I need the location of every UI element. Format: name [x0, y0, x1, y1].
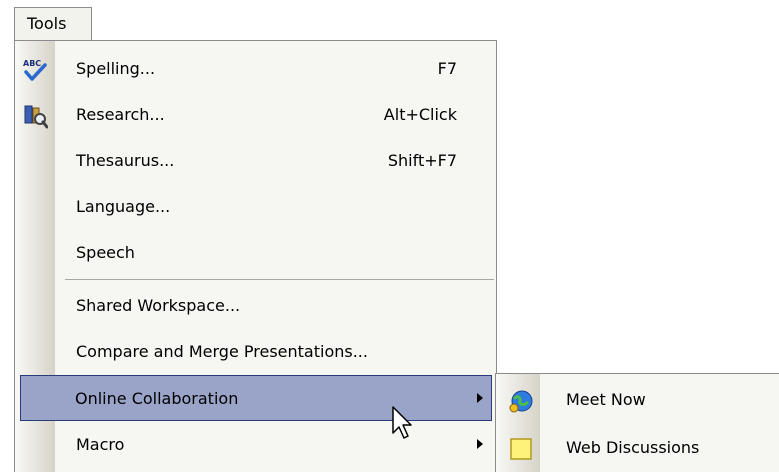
menubar-tools-label: Tools	[27, 14, 67, 33]
menu-item-shared-workspace[interactable]: Shared Workspace...	[16, 283, 495, 329]
online-collaboration-submenu: Meet Now Web Discussions	[495, 373, 779, 472]
menu-item-shortcut: Alt+Click	[383, 105, 457, 124]
menu-item-label: Thesaurus...	[76, 151, 175, 170]
menubar-tools[interactable]: Tools	[14, 7, 92, 41]
submenu-arrow-icon	[477, 393, 483, 403]
menu-item-label: Spelling...	[76, 59, 156, 78]
submenu-item-meet-now[interactable]: Meet Now	[496, 376, 779, 424]
menu-item-macro[interactable]: Macro	[16, 422, 495, 468]
menu-item-label: Shared Workspace...	[76, 296, 241, 315]
spelling-icon: ABC	[23, 59, 47, 81]
submenu-item-label: Web Discussions	[566, 438, 700, 457]
mouse-pointer-icon	[392, 406, 412, 439]
menu-item-spelling[interactable]: ABC Spelling... F7	[16, 46, 495, 92]
menu-item-label: Online Collaboration	[75, 389, 239, 408]
menu-item-thesaurus[interactable]: Thesaurus... Shift+F7	[16, 138, 495, 184]
menu-separator	[65, 279, 494, 280]
menu-item-label: Speech	[76, 243, 135, 262]
menu-item-speech[interactable]: Speech	[16, 230, 495, 276]
svg-text:ABC: ABC	[23, 59, 41, 68]
submenu-arrow-icon	[477, 439, 483, 449]
menu-item-research[interactable]: Research... Alt+Click	[16, 92, 495, 138]
menu-item-shortcut: F7	[437, 59, 457, 78]
web-discussions-icon	[510, 438, 532, 460]
menu-item-label: Compare and Merge Presentations...	[76, 342, 368, 361]
research-icon	[24, 105, 48, 129]
menu-item-language[interactable]: Language...	[16, 184, 495, 230]
menu-item-label: Macro	[76, 435, 125, 454]
submenu-item-label: Meet Now	[566, 390, 646, 409]
menu-item-label: Research...	[76, 105, 165, 124]
meet-now-icon	[509, 390, 533, 413]
menu-item-compare-merge[interactable]: Compare and Merge Presentations...	[16, 329, 495, 375]
menu-item-shortcut: Shift+F7	[387, 151, 457, 170]
menu-item-online-collaboration[interactable]: Online Collaboration	[20, 375, 492, 421]
menu-item-label: Language...	[76, 197, 171, 216]
submenu-item-web-discussions[interactable]: Web Discussions	[496, 424, 779, 472]
tools-menu: ABC Spelling... F7 Research... Alt+Click…	[14, 40, 497, 472]
